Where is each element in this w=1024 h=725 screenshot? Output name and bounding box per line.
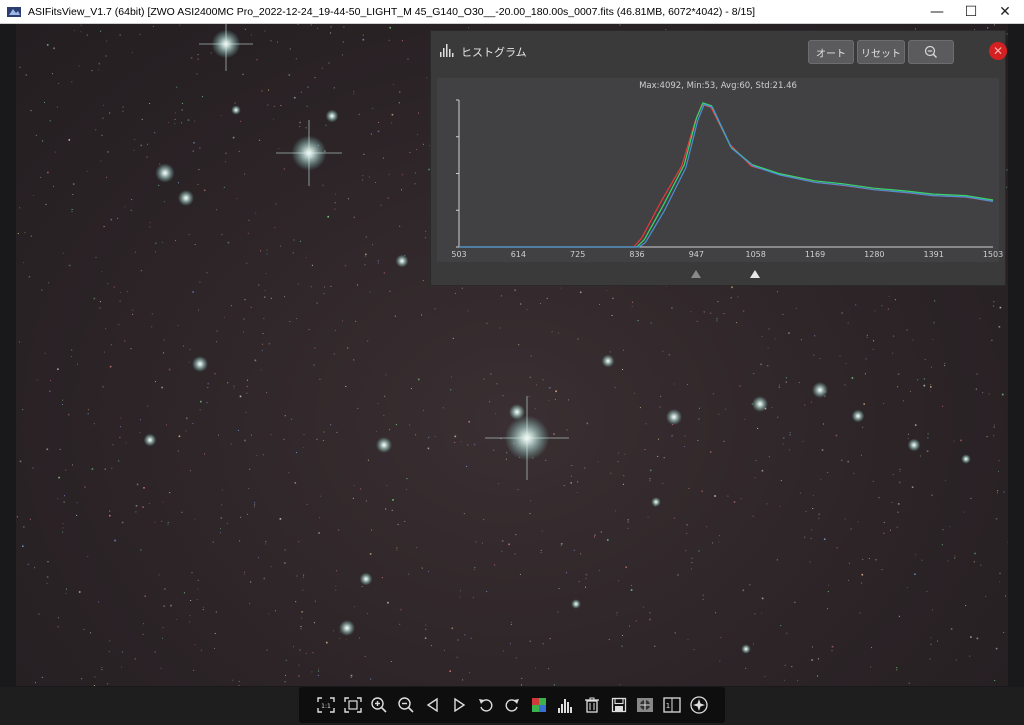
window-title: ASIFitsView_V1.7 (64bit) [ZWO ASI2400MC …	[28, 5, 756, 18]
histogram-series-0	[459, 103, 994, 248]
one-to-one-button[interactable]: 1	[659, 691, 686, 719]
save-icon	[611, 697, 626, 713]
histogram-toolbar-icon	[557, 699, 572, 713]
svg-text:1: 1	[666, 702, 670, 710]
fit-to-window-button[interactable]: 1:1	[313, 691, 340, 719]
one-to-one-icon: 1	[663, 697, 681, 713]
next-image-button[interactable]	[446, 691, 473, 719]
x-tick-label: 503	[451, 250, 467, 259]
zoom-in-icon	[371, 697, 388, 713]
histogram-icon	[440, 44, 454, 57]
x-tick-label: 1169	[804, 250, 826, 259]
previous-icon	[426, 697, 438, 713]
x-tick-label: 1391	[923, 250, 944, 259]
maximize-button[interactable]: ☐	[954, 0, 988, 23]
app-logo-icon	[7, 6, 21, 17]
actual-size-button[interactable]	[340, 691, 367, 719]
magnifier-minus-icon	[924, 45, 937, 58]
trash-icon	[585, 697, 600, 713]
star-detect-button[interactable]	[685, 691, 712, 719]
zoom-out-icon	[398, 697, 414, 713]
star-detect-icon	[689, 696, 708, 714]
zoom-in-button[interactable]	[366, 691, 393, 719]
fit-to-window-icon: 1:1	[317, 697, 335, 713]
rotate-left-button[interactable]	[473, 691, 500, 719]
rotate-right-button[interactable]	[499, 691, 526, 719]
histogram-plot-area	[456, 99, 994, 248]
minimize-button[interactable]: —	[920, 0, 954, 23]
next-icon	[454, 697, 466, 713]
stretch-icon	[637, 698, 654, 712]
actual-size-icon	[344, 697, 362, 713]
debayer-icon	[532, 698, 547, 712]
x-tick-label: 836	[629, 250, 645, 259]
close-window-button[interactable]: ✕	[988, 0, 1022, 23]
reset-button[interactable]: リセット	[857, 40, 905, 64]
x-tick-label: 1058	[745, 250, 766, 259]
histogram-series-1	[459, 102, 994, 248]
debayer-button[interactable]	[526, 691, 553, 719]
histogram-chart: Max:4092, Min:53, Avg:60, Std:21.46 503 6…	[437, 78, 1003, 262]
x-tick-label: 947	[688, 250, 704, 259]
close-histogram-button[interactable]: ✕	[989, 42, 1007, 60]
title-bar: ASIFitsView_V1.7 (64bit) [ZWO ASI2400MC …	[0, 0, 1024, 24]
white-point-slider[interactable]	[750, 270, 761, 278]
rotate-left-icon	[478, 699, 493, 712]
auto-button[interactable]: オート	[808, 40, 854, 64]
x-tick-label: 725	[570, 250, 586, 259]
x-tick-label: 1280	[864, 250, 885, 259]
stretch-button[interactable]	[632, 691, 659, 719]
zoom-out-button-toolbar[interactable]	[393, 691, 420, 719]
black-point-slider[interactable]	[691, 270, 702, 278]
x-tick-label: 614	[510, 250, 526, 259]
x-tick-label: 1503	[982, 250, 1004, 259]
previous-image-button[interactable]	[419, 691, 446, 719]
svg-text:1:1: 1:1	[321, 703, 331, 710]
rotate-right-icon	[505, 699, 520, 712]
save-button[interactable]	[606, 691, 633, 719]
histogram-series-2	[459, 103, 994, 248]
bottom-toolbar: 1:1 1	[299, 687, 725, 723]
histogram-title: ヒストグラム	[461, 46, 527, 59]
histogram-panel: ヒストグラム オート リセット ✕ Max:4092, Min:53, Avg:…	[430, 30, 1007, 286]
histogram-button[interactable]	[552, 691, 579, 719]
delete-button[interactable]	[579, 691, 606, 719]
zoom-out-button[interactable]	[908, 40, 954, 64]
